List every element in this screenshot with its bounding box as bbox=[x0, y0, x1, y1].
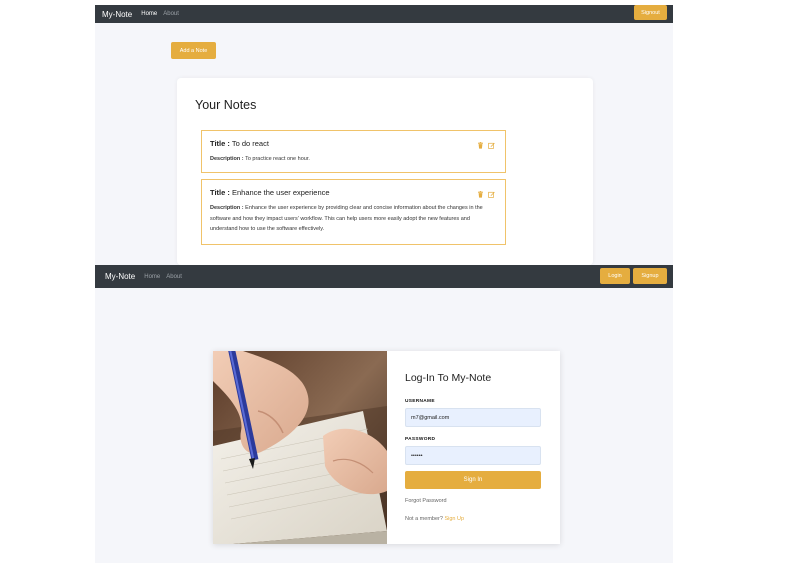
note-actions bbox=[477, 191, 495, 198]
member-text: Not a member? bbox=[405, 516, 443, 522]
notes-screen: My-Note Home About Signout Add a Note Yo… bbox=[95, 5, 673, 265]
note-title-prefix: Title : bbox=[210, 139, 230, 148]
note-item: Title : Enhance the user experience Desc… bbox=[201, 179, 506, 245]
add-note-button[interactable]: Add a Note bbox=[171, 42, 216, 59]
note-desc-prefix: Description : bbox=[210, 205, 244, 211]
notebook-writing-photo bbox=[213, 351, 387, 544]
note-title-text: Enhance the user experience bbox=[231, 188, 330, 197]
note-title: Title : To do react bbox=[210, 139, 497, 148]
form-title: Log-In To My-Note bbox=[405, 372, 492, 384]
navbar: My-Note Home About Signout bbox=[95, 5, 673, 23]
nav-home-link[interactable]: Home bbox=[144, 274, 160, 280]
note-description: Description : Enhance the user experienc… bbox=[210, 203, 497, 235]
note-actions bbox=[477, 142, 495, 149]
member-prompt: Not a member? Sign Up bbox=[405, 516, 464, 522]
note-desc-prefix: Description : bbox=[210, 156, 244, 162]
navbar: My-Note Home About Login Signup bbox=[95, 265, 673, 288]
notes-card: Your Notes Title : To do react Descripti… bbox=[177, 78, 593, 265]
nav-about-link[interactable]: About bbox=[166, 274, 182, 280]
note-desc-text: Enhance the user experience by providing… bbox=[210, 205, 483, 232]
note-title-text: To do react bbox=[231, 139, 269, 148]
login-screen: My-Note Home About Login Signup Log-In T… bbox=[95, 265, 673, 563]
sign-in-button[interactable]: Sign In bbox=[405, 471, 541, 489]
nav-home-link[interactable]: Home bbox=[141, 11, 157, 17]
trash-icon[interactable] bbox=[477, 191, 484, 198]
signup-button[interactable]: Signup bbox=[633, 268, 667, 284]
password-field[interactable]: •••••• bbox=[405, 446, 541, 465]
edit-icon[interactable] bbox=[488, 191, 495, 198]
sign-up-link[interactable]: Sign Up bbox=[444, 516, 464, 522]
note-title-prefix: Title : bbox=[210, 188, 230, 197]
username-label: USERNAME bbox=[405, 399, 435, 404]
nav-about-link[interactable]: About bbox=[163, 11, 179, 17]
page-title: Your Notes bbox=[195, 98, 257, 112]
note-description: Description : To practice react one hour… bbox=[210, 154, 497, 165]
edit-icon[interactable] bbox=[488, 142, 495, 149]
note-title: Title : Enhance the user experience bbox=[210, 188, 497, 197]
signout-button[interactable]: Signout bbox=[634, 5, 667, 20]
login-card: Log-In To My-Note USERNAME m7@gmail.com … bbox=[213, 351, 560, 544]
note-desc-text: To practice react one hour. bbox=[245, 156, 310, 162]
password-label: PASSWORD bbox=[405, 437, 436, 442]
username-field[interactable]: m7@gmail.com bbox=[405, 408, 541, 427]
login-button[interactable]: Login bbox=[600, 268, 630, 284]
trash-icon[interactable] bbox=[477, 142, 484, 149]
note-item: Title : To do react Description : To pra… bbox=[201, 130, 506, 173]
brand-logo[interactable]: My-Note bbox=[105, 272, 135, 281]
brand-logo[interactable]: My-Note bbox=[102, 10, 132, 19]
forgot-password-link[interactable]: Forgot Password bbox=[405, 498, 447, 504]
